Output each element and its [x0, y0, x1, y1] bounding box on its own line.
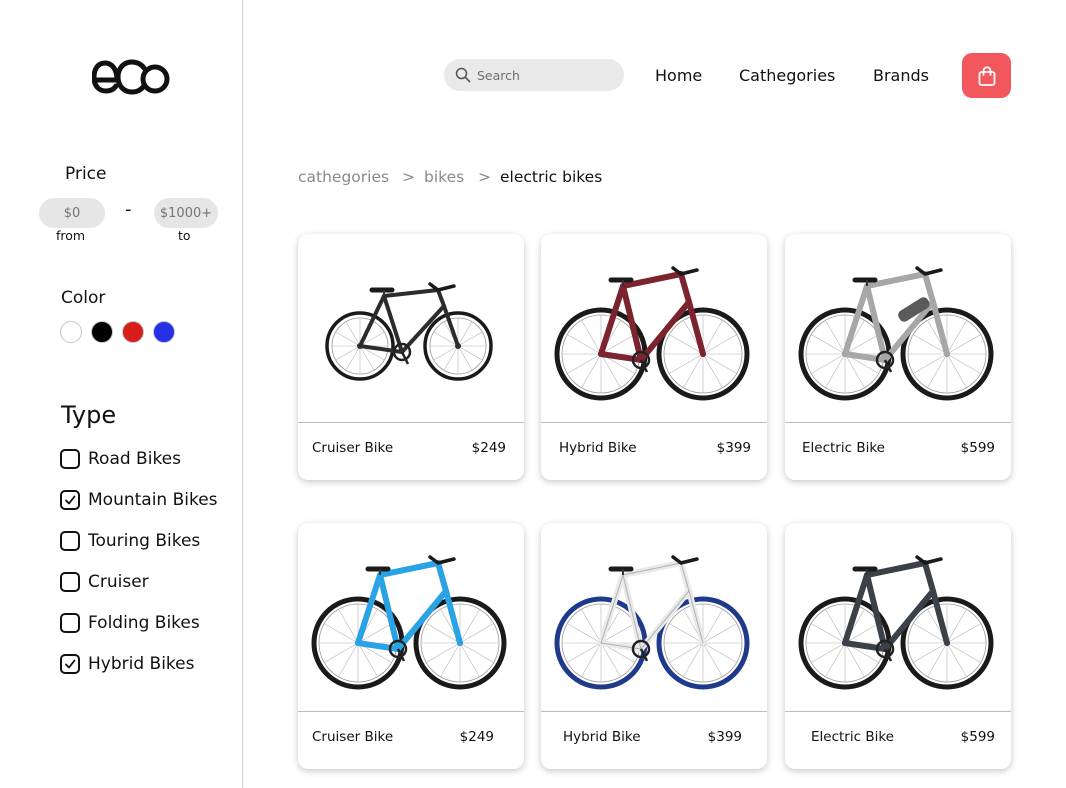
checkbox-checked[interactable] — [60, 654, 80, 674]
checkbox-checked[interactable] — [60, 490, 80, 510]
color-swatch-white[interactable] — [60, 321, 82, 343]
type-option-label: Road Bikes — [88, 449, 182, 469]
product-price: $399 — [707, 729, 742, 745]
product-price: $599 — [960, 440, 995, 456]
type-option-label: Cruiser — [88, 572, 149, 592]
filter-sidebar: Price - from to Color Type Road Bikes Mo… — [0, 0, 243, 788]
checkbox-unchecked[interactable] — [60, 449, 80, 469]
type-option-cruiser[interactable]: Cruiser — [60, 572, 149, 592]
type-option-label: Mountain Bikes — [88, 490, 218, 510]
product-price: $249 — [459, 729, 494, 745]
search-input[interactable] — [477, 67, 607, 83]
breadcrumb-current: electric bikes — [500, 168, 603, 186]
checkbox-unchecked[interactable] — [60, 613, 80, 633]
price-from-label: from — [56, 228, 86, 243]
eco-logo[interactable] — [91, 54, 172, 100]
bicycle-image — [798, 555, 994, 690]
product-image — [298, 523, 524, 712]
nav-categories-link[interactable]: Cathegories — [739, 66, 835, 85]
color-swatch-red[interactable] — [122, 321, 144, 343]
product-name: Electric Bike — [811, 729, 894, 745]
color-swatch-black[interactable] — [91, 321, 113, 343]
type-option-folding-bikes[interactable]: Folding Bikes — [60, 613, 200, 633]
price-filter-title: Price — [65, 164, 107, 184]
product-price: $399 — [716, 440, 751, 456]
product-image — [785, 234, 1011, 423]
product-image — [298, 234, 524, 423]
breadcrumb-link-categories[interactable]: cathegories — [298, 168, 389, 186]
nav-brands-link[interactable]: Brands — [873, 66, 929, 85]
search-icon — [455, 67, 471, 83]
checkbox-unchecked[interactable] — [60, 531, 80, 551]
checkbox-unchecked[interactable] — [60, 572, 80, 592]
type-option-road-bikes[interactable]: Road Bikes — [60, 449, 181, 469]
product-card[interactable]: Electric Bike $599 — [785, 234, 1011, 480]
type-filter-title: Type — [61, 401, 117, 429]
bicycle-image — [311, 555, 507, 690]
bicycle-image — [798, 266, 994, 401]
product-card[interactable]: Cruiser Bike $249 — [298, 523, 524, 769]
product-card[interactable]: Electric Bike $599 — [785, 523, 1011, 769]
type-option-label: Folding Bikes — [88, 613, 200, 633]
search-bar[interactable] — [444, 59, 624, 91]
price-range-separator: - — [125, 199, 132, 220]
breadcrumb-link-bikes[interactable]: bikes — [424, 168, 464, 186]
product-image — [541, 523, 767, 712]
price-from-input[interactable] — [39, 198, 105, 228]
breadcrumb-separator: > — [402, 168, 415, 186]
type-option-label: Hybrid Bikes — [88, 654, 195, 674]
price-to-label: to — [178, 228, 191, 243]
cart-button[interactable] — [962, 53, 1011, 98]
shopping-bag-icon — [978, 65, 995, 86]
type-option-mountain-bikes[interactable]: Mountain Bikes — [60, 490, 218, 510]
product-image — [785, 523, 1011, 712]
product-name: Cruiser Bike — [312, 440, 394, 456]
eco-logo-mark — [91, 59, 170, 95]
type-option-label: Touring Bikes — [88, 531, 201, 551]
type-option-hybrid-bikes[interactable]: Hybrid Bikes — [60, 654, 194, 674]
type-option-touring-bikes[interactable]: Touring Bikes — [60, 531, 200, 551]
bicycle-image — [554, 266, 750, 401]
product-name: Cruiser Bike — [312, 729, 394, 745]
breadcrumb-separator: > — [478, 168, 491, 186]
checkmark-icon — [65, 495, 76, 505]
checkmark-icon — [65, 659, 76, 669]
bicycle-image — [325, 282, 493, 381]
price-to-input[interactable] — [154, 198, 218, 228]
product-image — [541, 234, 767, 423]
product-name: Electric Bike — [802, 440, 885, 456]
product-price: $249 — [471, 440, 506, 456]
product-card[interactable]: Hybrid Bike $399 — [541, 234, 767, 480]
nav-home-link[interactable]: Home — [655, 66, 702, 85]
bicycle-image — [554, 555, 750, 690]
product-name: Hybrid Bike — [563, 729, 641, 745]
product-card[interactable]: Hybrid Bike $399 — [541, 523, 767, 769]
product-price: $599 — [960, 729, 995, 745]
product-card[interactable]: Cruiser Bike $249 — [298, 234, 524, 480]
product-name: Hybrid Bike — [559, 440, 637, 456]
color-filter-title: Color — [61, 288, 106, 308]
color-swatch-blue[interactable] — [153, 321, 175, 343]
